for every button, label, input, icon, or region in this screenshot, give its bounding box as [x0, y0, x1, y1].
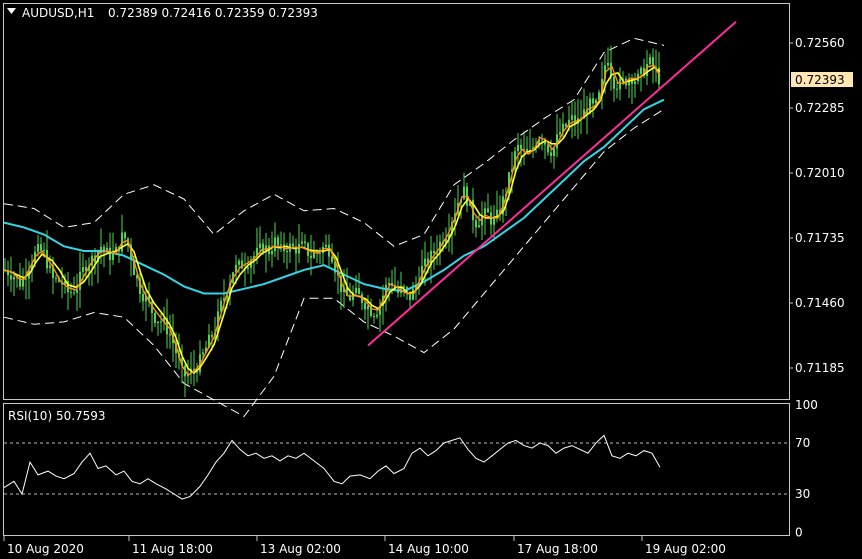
candle-body — [547, 144, 549, 153]
candle-body — [487, 208, 489, 213]
rsi-panel-frame — [3, 403, 790, 536]
rsi-tick-label: 0 — [795, 525, 803, 539]
candle-body — [13, 277, 15, 280]
candle-body — [313, 252, 315, 258]
candle-body — [274, 237, 276, 252]
candle-body — [373, 315, 375, 317]
rsi-tick-label: 70 — [795, 436, 810, 450]
candle-body — [433, 250, 435, 254]
candle-body — [517, 144, 519, 152]
candle-body — [358, 287, 360, 295]
time-axis: 10 Aug 2020 11 Aug 18:00 13 Aug 02:00 14 Au… — [3, 536, 726, 556]
x-tick-label: 10 Aug 2020 — [7, 542, 84, 556]
current-price-value: 0.72393 — [795, 73, 845, 87]
candle-body — [286, 250, 288, 252]
rsi-indicator-label: RSI(10) 50.7593 — [8, 409, 106, 423]
y-tick-label: 0.72560 — [795, 36, 845, 50]
trading-chart[interactable]: 0.72560 0.72285 0.72010 0.71735 0.71460 0.711… — [0, 0, 862, 559]
candle-body — [541, 139, 543, 141]
candle-body — [55, 277, 57, 279]
candle-body — [649, 57, 651, 64]
x-tick-label: 11 Aug 18:00 — [132, 542, 213, 556]
candle-body — [478, 225, 480, 228]
candle-body — [82, 266, 84, 272]
candle-body — [412, 288, 414, 300]
candle-body — [304, 241, 306, 244]
candle-body — [202, 352, 204, 355]
candle-body — [640, 67, 642, 74]
x-tick-label: 13 Aug 02:00 — [260, 542, 341, 556]
y-tick-label: 0.72010 — [795, 166, 845, 180]
candle-body — [40, 244, 42, 251]
rsi-tick-label: 30 — [795, 487, 810, 501]
candle-body — [424, 258, 426, 266]
y-tick-label: 0.71735 — [795, 231, 845, 245]
candle-body — [367, 306, 369, 310]
candle-body — [574, 115, 576, 124]
candle-body — [43, 249, 45, 251]
candle-body — [616, 88, 618, 90]
candle-body — [571, 115, 573, 120]
x-tick-label: 17 Aug 18:00 — [517, 542, 598, 556]
candle-body — [310, 255, 312, 258]
candle-body — [154, 312, 156, 324]
candle-body — [613, 76, 615, 89]
y-tick-label: 0.72285 — [795, 101, 845, 115]
candle-body — [124, 232, 126, 239]
candle-body — [325, 244, 327, 247]
main-chart-frame — [3, 3, 790, 400]
rsi-tick-label: 100 — [795, 398, 818, 412]
x-tick-label: 14 Aug 10:00 — [388, 542, 469, 556]
candle-body — [634, 81, 636, 84]
symbol-timeframe-label: AUDUSD,H1 — [22, 6, 94, 20]
candle-body — [364, 303, 366, 310]
candle-body — [247, 267, 249, 269]
candle-body — [109, 247, 111, 261]
candle-body — [592, 98, 594, 104]
candle-body — [49, 265, 51, 269]
candle-body — [331, 256, 333, 262]
candle-body — [70, 292, 72, 294]
candle-body — [301, 241, 303, 244]
candle-body — [403, 286, 405, 288]
candle-body — [73, 292, 75, 294]
candle-body — [280, 244, 282, 246]
candle-body — [355, 287, 357, 294]
candle-body — [292, 243, 294, 247]
candle-body — [259, 243, 261, 248]
candle-body — [607, 62, 609, 66]
candle-body — [559, 132, 561, 135]
candle-body — [262, 243, 264, 253]
y-tick-label: 0.71185 — [795, 361, 845, 375]
candle-body — [211, 334, 213, 337]
candle-body — [475, 220, 477, 228]
candle-body — [142, 293, 144, 302]
candle-body — [37, 244, 39, 252]
candle-body — [277, 237, 279, 246]
candle-body — [550, 152, 552, 156]
candle-body — [271, 251, 273, 255]
candle-body — [25, 278, 27, 280]
candle-body — [463, 186, 465, 200]
candle-body — [169, 334, 171, 336]
x-tick-label: 19 Aug 02:00 — [645, 542, 726, 556]
candle-body — [160, 321, 162, 323]
candle-body — [10, 275, 12, 280]
candle-body — [376, 314, 378, 317]
y-tick-label: 0.71460 — [795, 296, 845, 310]
candle-body — [619, 79, 621, 90]
candle-body — [106, 247, 108, 251]
ohlc-values: 0.72389 0.72416 0.72359 0.72393 — [108, 6, 318, 20]
candle-body — [157, 321, 159, 324]
candle-body — [553, 148, 555, 156]
candle-body — [103, 246, 105, 251]
candle-body — [238, 260, 240, 265]
candle-body — [298, 243, 300, 254]
